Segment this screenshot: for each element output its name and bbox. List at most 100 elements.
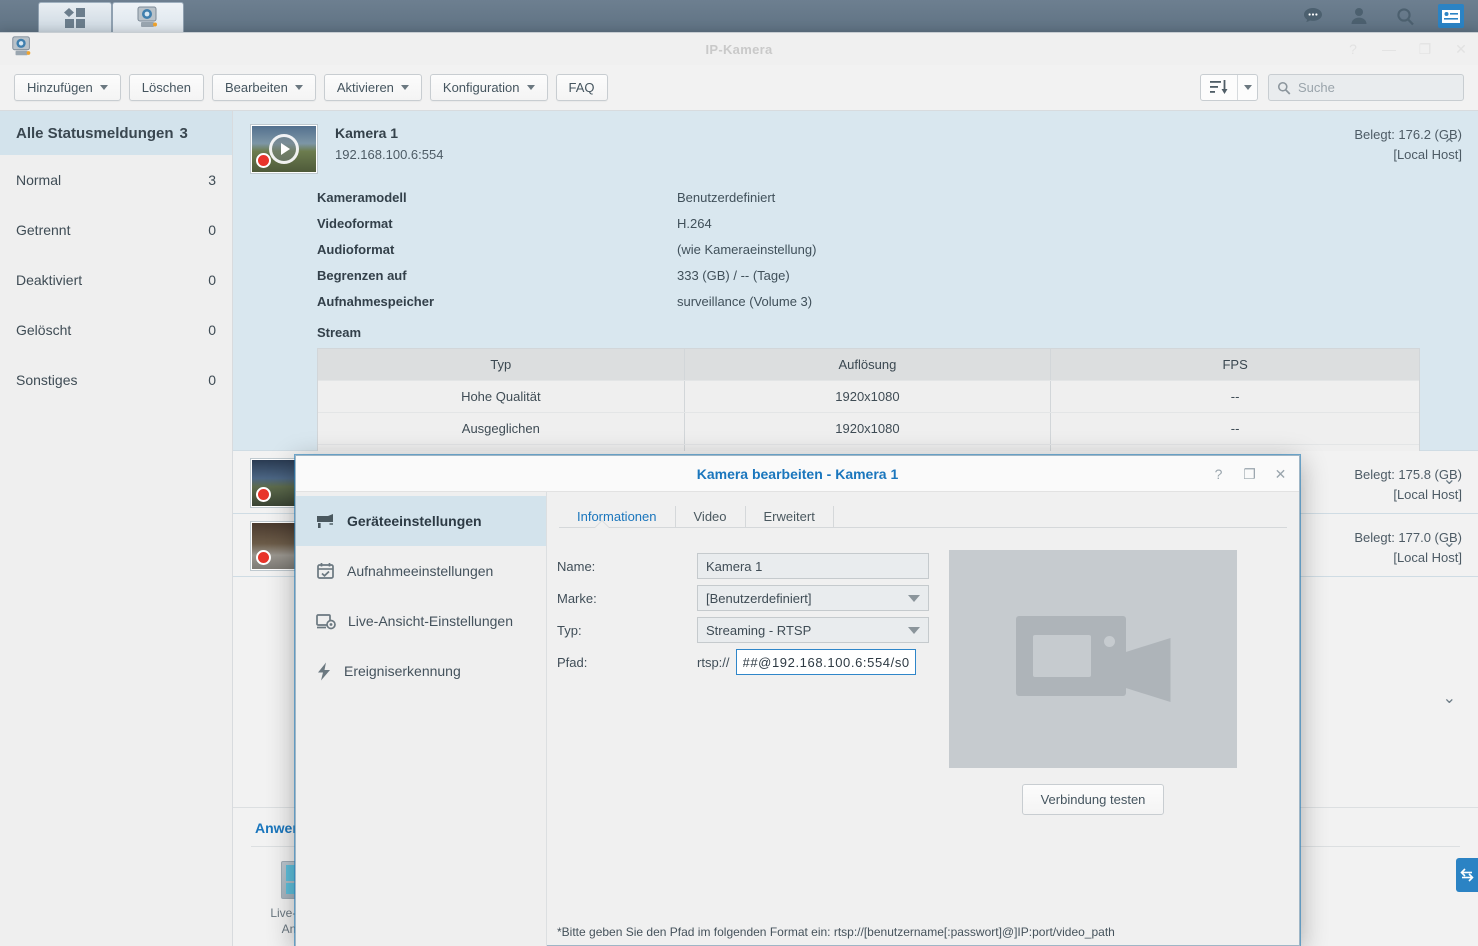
camera-specs: Kameramodell Benutzerdefiniert Videoform… — [233, 173, 1478, 315]
sidebar-header[interactable]: Alle Statusmeldungen 3 — [0, 111, 232, 155]
enable-button[interactable]: Aktivieren — [324, 74, 422, 101]
sidebar-item-disabled[interactable]: Deaktiviert 0 — [0, 255, 232, 305]
tab-video[interactable]: Video — [676, 506, 746, 528]
spec-value: H.264 — [677, 211, 712, 237]
recording-indicator-icon — [256, 487, 271, 502]
sidebar-item-count: 0 — [208, 272, 216, 288]
close-button[interactable]: ✕ — [1454, 42, 1468, 56]
sidebar-item-count: 0 — [208, 372, 216, 388]
column-header-resolution: Auflösung — [685, 349, 1052, 380]
camera-collapse-toggle[interactable]: ⌃ — [1443, 135, 1456, 155]
ip-camera-icon — [135, 6, 161, 30]
sidebar-item-disconnected[interactable]: Getrennt 0 — [0, 205, 232, 255]
sidebar-item-normal[interactable]: Normal 3 — [0, 155, 232, 205]
sort-dropdown-arrow[interactable] — [1237, 75, 1257, 100]
field-row-type: Typ: Streaming - RTSP — [557, 614, 937, 646]
sidebar-item-label: Getrennt — [16, 222, 70, 238]
search-input[interactable] — [1298, 80, 1455, 95]
tab-erweitert[interactable]: Erweitert — [746, 506, 834, 528]
table-row[interactable]: Hohe Qualität 1920x1080 -- — [318, 380, 1419, 412]
help-button[interactable]: ? — [1346, 42, 1360, 56]
add-button[interactable]: Hinzufügen — [14, 74, 121, 101]
sidebar-item-deleted[interactable]: Gelöscht 0 — [0, 305, 232, 355]
chat-bubble-icon[interactable] — [1300, 4, 1326, 28]
video-camera-icon — [1016, 616, 1171, 702]
arrows-icon — [1460, 867, 1474, 883]
spec-key: Videoformat — [317, 211, 677, 237]
brand-selected-value: [Benutzerdefiniert] — [706, 591, 812, 606]
tab-informationen[interactable]: Informationen — [559, 506, 676, 528]
calendar-check-icon — [316, 562, 335, 580]
maximize-button[interactable]: ❐ — [1418, 42, 1432, 56]
taskbar-tab-package-center[interactable] — [38, 2, 112, 32]
taskbar-tab-surveillance-station[interactable] — [112, 2, 184, 32]
camera-header: Kamera 1 192.168.100.6:554 — [233, 111, 1478, 173]
dialog-nav-label: Geräteeinstellungen — [347, 513, 482, 529]
cell-type: Hohe Qualität — [318, 381, 685, 412]
spec-value: (wie Kameraeinstellung) — [677, 237, 816, 263]
minimize-button[interactable]: — — [1382, 42, 1396, 56]
window-controls: ? — ❐ ✕ — [1346, 33, 1468, 65]
tabs-divider — [559, 527, 1287, 528]
spec-key: Aufnahmespeicher — [317, 289, 677, 315]
preview-column: Verbindung testen — [949, 550, 1237, 815]
type-label: Typ: — [557, 623, 697, 638]
dialog-nav-label: Aufnahmeeinstellungen — [347, 563, 493, 579]
sidebar-item-label: Deaktiviert — [16, 272, 82, 288]
dialog-maximize-button[interactable]: ❐ — [1243, 467, 1256, 481]
sort-descending-icon — [1201, 75, 1237, 100]
table-row[interactable]: Ausgeglichen 1920x1080 -- — [318, 412, 1419, 444]
play-icon[interactable] — [269, 134, 299, 164]
card-icon[interactable] — [1438, 4, 1464, 28]
spec-key: Begrenzen auf — [317, 263, 677, 289]
chevron-down-icon — [100, 85, 108, 90]
faq-button[interactable]: FAQ — [556, 74, 608, 101]
name-field[interactable] — [697, 553, 929, 579]
dialog-nav-item-live-view-settings[interactable]: Live-Ansicht-Einstellungen — [296, 596, 546, 646]
dialog-nav-label: Live-Ansicht-Einstellungen — [348, 613, 513, 629]
sidebar-item-label: Gelöscht — [16, 322, 71, 338]
cell-resolution: 1920x1080 — [685, 413, 1052, 444]
type-select[interactable]: Streaming - RTSP — [697, 617, 929, 643]
sidebar-item-others[interactable]: Sonstiges 0 — [0, 355, 232, 405]
field-row-path: Pfad: rtsp:// — [557, 646, 937, 678]
camera-expand-toggle[interactable]: ⌄ — [1443, 532, 1456, 552]
brand-select[interactable]: [Benutzerdefiniert] — [697, 585, 929, 611]
dialog-nav-item-recording-settings[interactable]: Aufnahmeeinstellungen — [296, 546, 546, 596]
dialog-nav-item-event-detection[interactable]: Ereigniserkennung — [296, 646, 546, 696]
path-format-hint: *Bitte geben Sie den Pfad im folgenden F… — [557, 925, 1115, 939]
toolbar-right-group — [1200, 74, 1464, 101]
chevron-down-icon — [1244, 85, 1252, 90]
delete-button[interactable]: Löschen — [129, 74, 204, 101]
person-icon[interactable] — [1346, 4, 1372, 28]
magnifier-icon[interactable] — [1392, 4, 1418, 28]
dialog-nav-item-device-settings[interactable]: Geräteeinstellungen — [296, 496, 546, 546]
sidebar-item-count: 0 — [208, 322, 216, 338]
cell-fps: -- — [1051, 381, 1419, 412]
applications-collapse-toggle[interactable]: ⌄ — [1443, 688, 1456, 708]
column-header-fps: FPS — [1051, 349, 1419, 380]
path-label: Pfad: — [557, 655, 697, 670]
squares-icon — [63, 7, 87, 29]
configuration-button[interactable]: Konfiguration — [430, 74, 548, 101]
dialog-close-button[interactable]: ✕ — [1274, 467, 1287, 481]
sort-button[interactable] — [1200, 74, 1258, 101]
camera-expand-toggle[interactable]: ⌄ — [1443, 469, 1456, 489]
dialog-help-button[interactable]: ? — [1212, 467, 1225, 481]
test-connection-button[interactable]: Verbindung testen — [1022, 784, 1165, 815]
window-title: IP-Kamera — [705, 42, 772, 57]
feedback-edge-button[interactable] — [1456, 858, 1478, 892]
cell-resolution: 1920x1080 — [685, 381, 1052, 412]
name-label: Name: — [557, 559, 697, 574]
search-box[interactable] — [1268, 74, 1464, 101]
delete-button-label: Löschen — [142, 80, 191, 95]
spec-row: Videoformat H.264 — [317, 211, 1478, 237]
spec-row: Aufnahmespeicher surveillance (Volume 3) — [317, 289, 1478, 315]
edit-button[interactable]: Bearbeiten — [212, 74, 316, 101]
spec-row: Kameramodell Benutzerdefiniert — [317, 185, 1478, 211]
camera-thumbnail[interactable] — [251, 125, 317, 173]
sidebar-header-count: 3 — [180, 125, 188, 142]
path-field[interactable] — [736, 649, 916, 675]
spec-row: Begrenzen auf 333 (GB) / -- (Tage) — [317, 263, 1478, 289]
taskbar-tray — [1300, 0, 1478, 32]
